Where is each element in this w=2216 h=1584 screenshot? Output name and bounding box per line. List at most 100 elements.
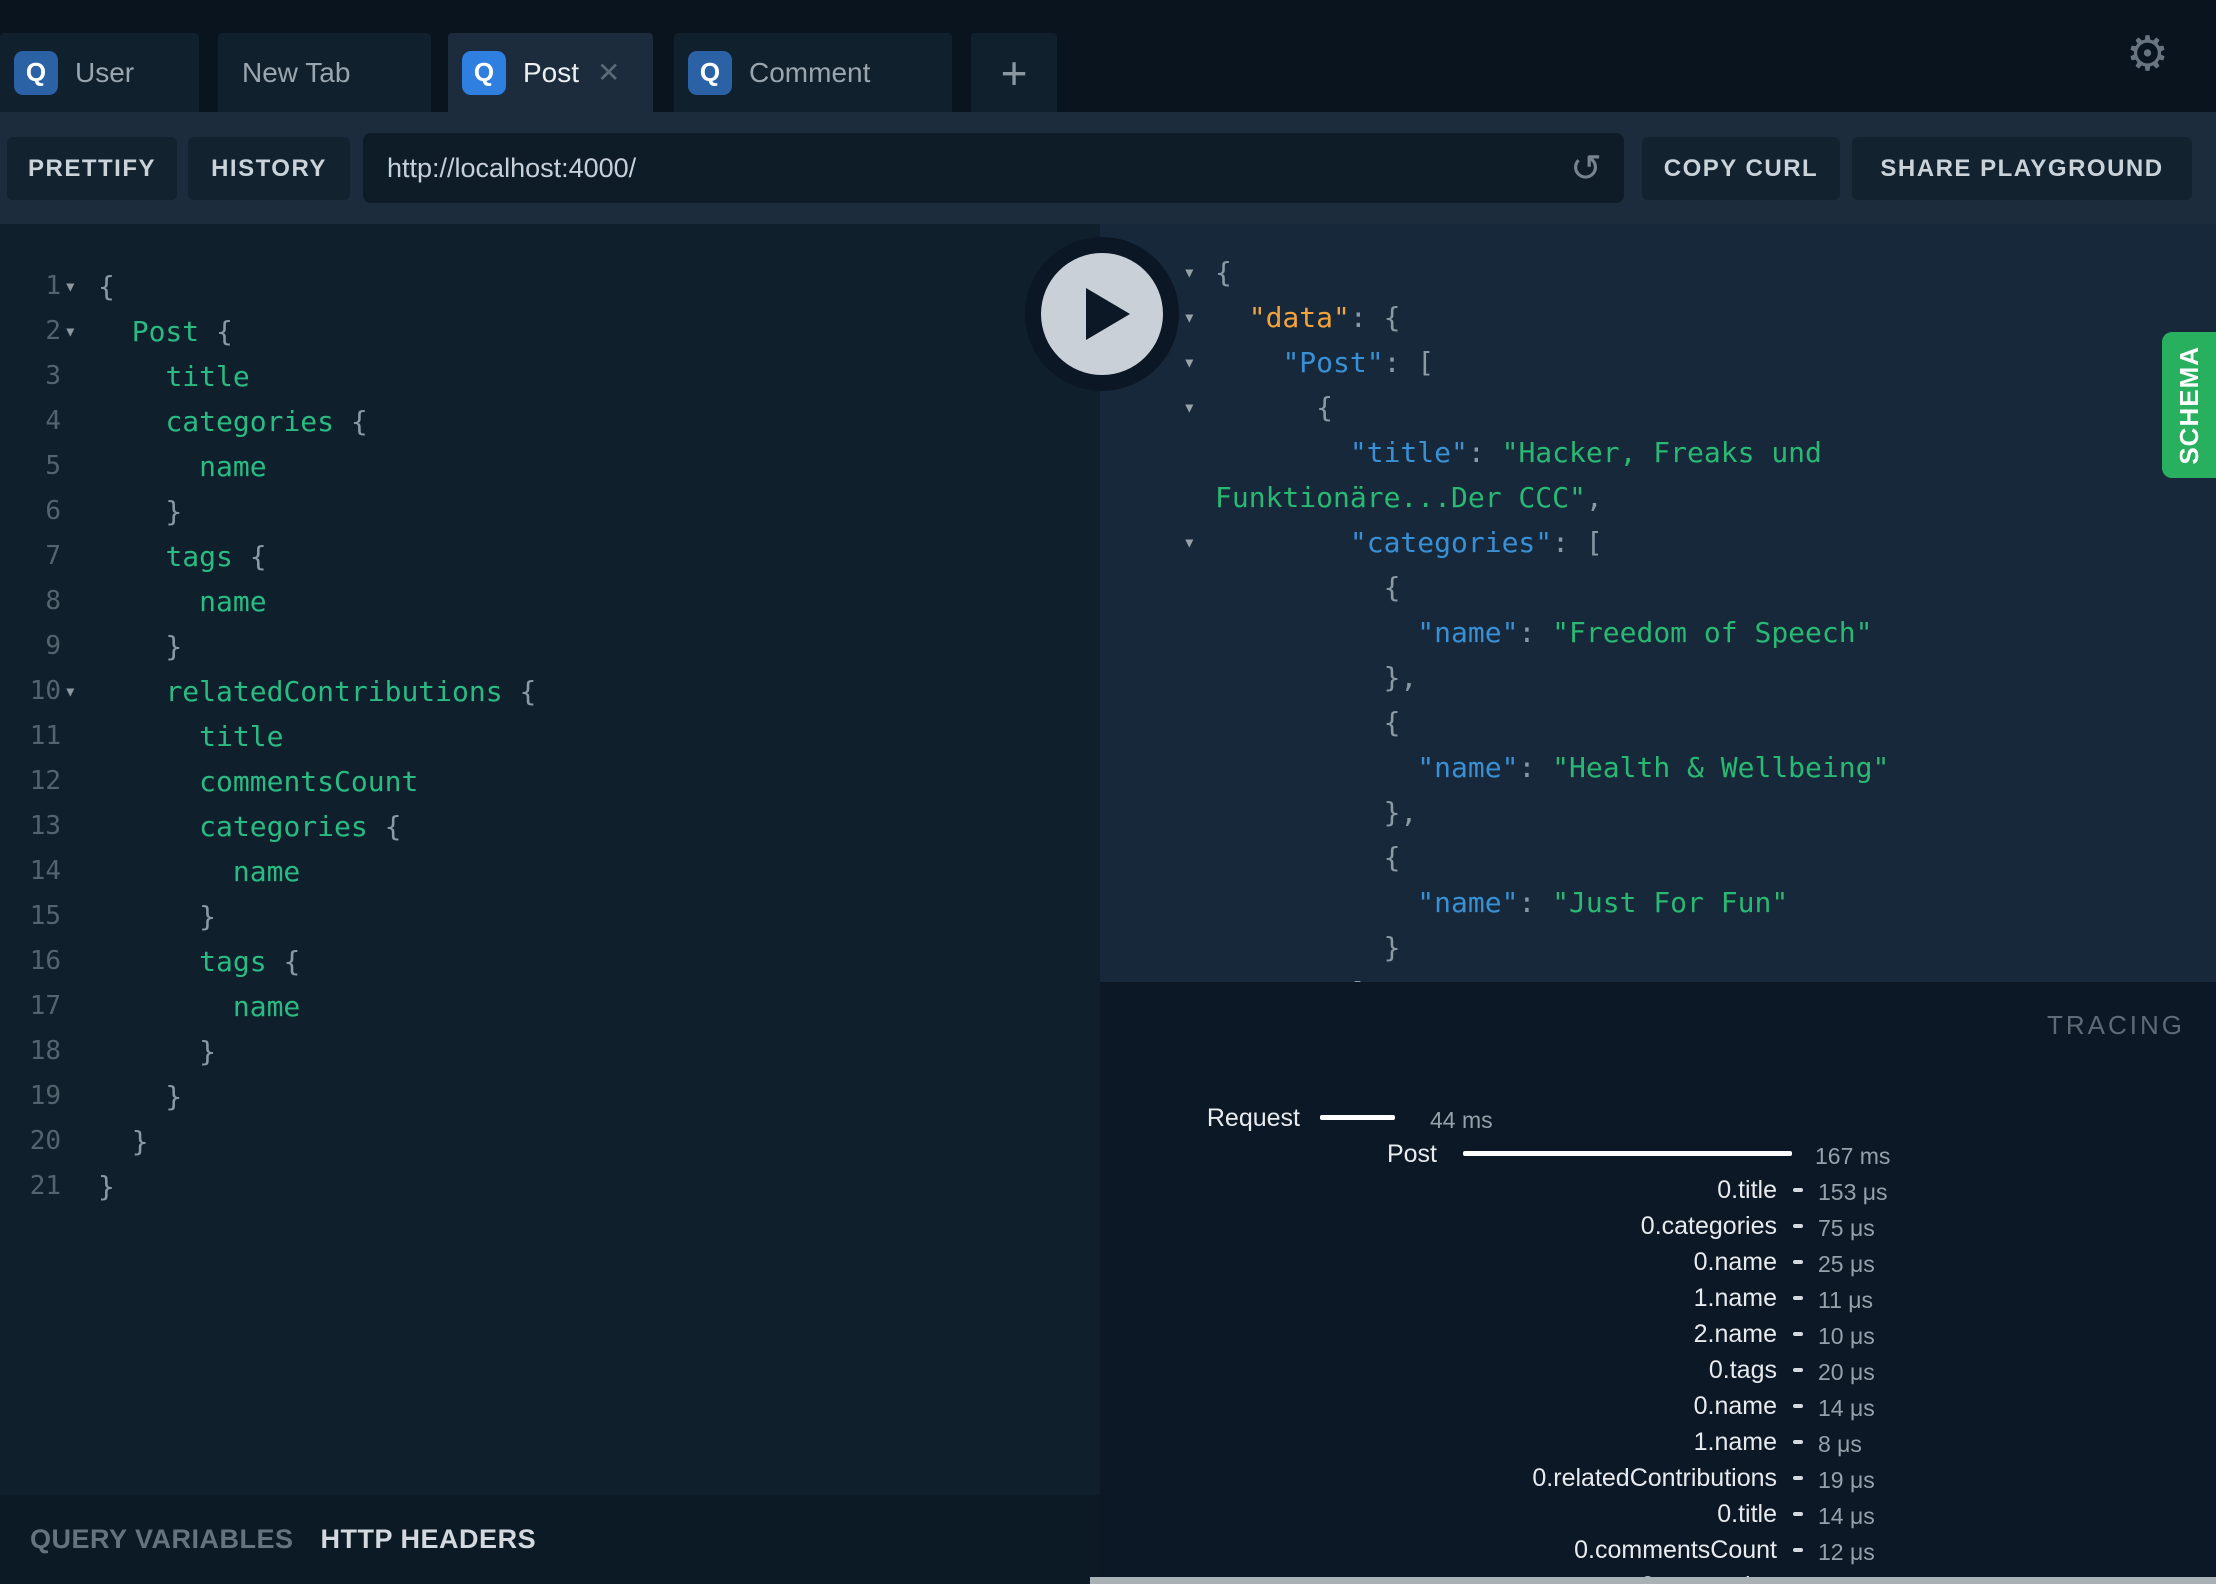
response-line: ▾ "Post": [ [1100, 340, 2216, 385]
tracing-row: 0.title 153 μs [1100, 1173, 2216, 1209]
line-number: 15 [29, 901, 61, 931]
line-number: 14 [29, 856, 61, 886]
close-icon[interactable]: ✕ [597, 56, 620, 89]
query-badge: Q [462, 50, 506, 95]
fold-arrow-icon[interactable]: ▾ [64, 669, 77, 714]
tab-post[interactable]: Q Post ✕ [448, 33, 653, 112]
fold-arrow-icon[interactable]: ▾ [64, 264, 77, 309]
tracing-row: 0.relatedContributions 19 μs [1100, 1461, 2216, 1497]
line-number: 13 [29, 811, 61, 841]
editor-line-code: } [98, 630, 183, 663]
editor-line: 3 title [0, 354, 1100, 399]
response-line: "title": "Hacker, Freaks und [1349, 436, 1822, 469]
response-line: }, [1215, 661, 1418, 694]
schema-tab-label: SCHEMA [2173, 345, 2204, 465]
tracing-row-label: 0.title [1717, 1176, 1777, 1204]
tracing-row: Post 167 ms [1100, 1137, 2216, 1173]
tracing-dash [1793, 1440, 1803, 1444]
response-line: ▾ { [1100, 385, 2216, 430]
tracing-dash [1793, 1296, 1803, 1300]
tracing-row: 2.name 10 μs [1100, 1317, 2216, 1353]
fold-arrow-icon[interactable]: ▾ [1183, 295, 1196, 340]
new-tab-button[interactable]: + [971, 33, 1057, 112]
tracing-row: 0.name 25 μs [1100, 1245, 2216, 1281]
editor-line: 2 ▾ Post { [0, 309, 1100, 354]
editor-line-code: name [199, 450, 267, 483]
tracing-row-label: 1.name [1693, 1284, 1777, 1312]
tracing-dash [1793, 1404, 1803, 1408]
editor-line: 13 categories { [0, 804, 1100, 849]
response-line: { [1215, 706, 1401, 739]
editor-line-code: commentsCount [199, 765, 419, 798]
copy-curl-button[interactable]: COPY CURL [1642, 137, 1840, 200]
fold-arrow-icon[interactable]: ▾ [1183, 520, 1196, 565]
line-number: 16 [29, 946, 61, 976]
query-editor[interactable]: 1 ▾{2 ▾ Post {3 title 4 categories {5 name 6… [0, 224, 1100, 1495]
editor-line-code: } [98, 900, 217, 933]
line-number: 20 [29, 1126, 61, 1156]
editor-line: 17 name [0, 984, 1100, 1029]
query-badge: Q [688, 50, 732, 95]
horizontal-scrollbar[interactable] [1090, 1577, 2216, 1584]
execute-query-button[interactable] [1041, 253, 1163, 375]
line-number: 5 [45, 451, 61, 481]
tab-label: New Tab [242, 56, 351, 88]
tracing-row: 0.title 14 μs [1100, 1497, 2216, 1533]
tracing-row-label: 0.title [1717, 1500, 1777, 1528]
editor-line: 11 title [0, 714, 1100, 759]
editor-line-code: title [199, 720, 284, 753]
editor-line: 21} [0, 1164, 1100, 1209]
editor-line-code: } [98, 1035, 217, 1068]
editor-line-code: categories { [199, 810, 402, 843]
tracing-row-duration: 25 μs [1818, 1251, 1875, 1277]
graphql-playground-window: Q User New Tab Q Post ✕ Q Comment + ⚙ PRETTIFY … [0, 0, 2216, 1584]
tab-new-tab[interactable]: New Tab [218, 33, 431, 112]
tracing-title: TRACING [2047, 1010, 2185, 1040]
history-button[interactable]: HISTORY [188, 137, 350, 200]
editor-bottom-bar: QUERY VARIABLES HTTP HEADERS [0, 1495, 1100, 1584]
fold-arrow-icon[interactable]: ▾ [1183, 250, 1196, 295]
tracing-dash [1793, 1512, 1803, 1516]
fold-arrow-icon[interactable]: ▾ [1183, 385, 1196, 430]
editor-line-code: relatedContributions { [165, 675, 537, 708]
fold-arrow-icon[interactable]: ▾ [64, 309, 77, 354]
editor-line: 5 name [0, 444, 1100, 489]
tracing-row: 0.tags 20 μs [1100, 1353, 2216, 1389]
tracing-row: 1.name 8 μs [1100, 1425, 2216, 1461]
response-line: ] [1100, 970, 2216, 982]
line-number: 17 [29, 991, 61, 1021]
tracing-row-label: 0.tags [1708, 1356, 1777, 1384]
editor-line-code: } [98, 1125, 149, 1158]
url-input[interactable] [385, 151, 1571, 185]
tab-user[interactable]: Q User [0, 33, 199, 112]
response-line: ▾{ [1100, 250, 2216, 295]
line-number: 2 [45, 316, 61, 346]
editor-line-code: title [165, 360, 250, 393]
plus-icon: + [1000, 46, 1028, 99]
fold-arrow-icon[interactable]: ▾ [1183, 340, 1196, 385]
line-number: 18 [29, 1036, 61, 1066]
http-headers-tab[interactable]: HTTP HEADERS [321, 1524, 537, 1555]
schema-tab[interactable]: SCHEMA [2162, 332, 2216, 478]
tab-comment[interactable]: Q Comment [674, 33, 952, 112]
share-playground-button[interactable]: SHARE PLAYGROUND [1852, 137, 2192, 200]
settings-gear-icon[interactable]: ⚙ [2126, 26, 2169, 82]
tracing-row-duration: 75 μs [1818, 1215, 1875, 1241]
tracing-row-duration: 14 μs [1818, 1395, 1875, 1421]
editor-line-code: name [199, 585, 267, 618]
line-number: 7 [45, 541, 61, 571]
tracing-row-label: 2.name [1693, 1320, 1777, 1348]
editor-line: 16 tags { [0, 939, 1100, 984]
tab-label: User [75, 56, 135, 88]
refresh-icon[interactable]: ↺ [1570, 146, 1602, 190]
editor-line-code: } [98, 495, 183, 528]
prettify-button[interactable]: PRETTIFY [7, 137, 177, 200]
editor-line: 7 tags { [0, 534, 1100, 579]
tracing-row-label: 1.name [1693, 1428, 1777, 1456]
query-variables-tab[interactable]: QUERY VARIABLES [30, 1524, 294, 1555]
editor-line-code: { [98, 270, 115, 303]
tab-bar: Q User New Tab Q Post ✕ Q Comment + ⚙ [0, 0, 2216, 112]
tracing-row-label: Request [1206, 1104, 1300, 1132]
editor-line: 8 name [0, 579, 1100, 624]
tracing-row: 0.name 14 μs [1100, 1389, 2216, 1425]
